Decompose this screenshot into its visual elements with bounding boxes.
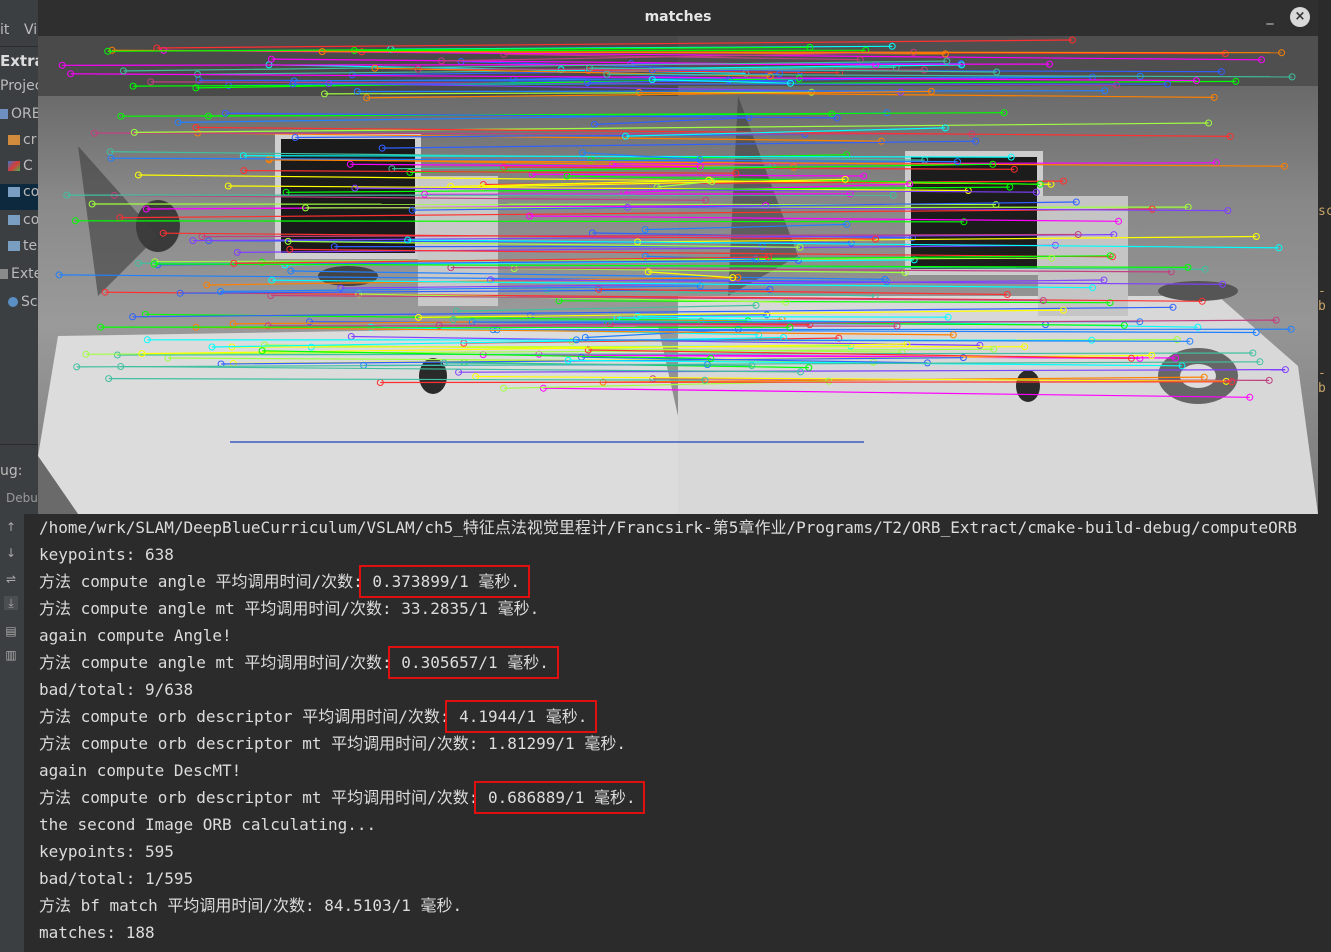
arrow-up-icon[interactable]: ↑: [4, 520, 18, 534]
console-line: /home/wrk/SLAM/DeepBlueCurriculum/VSLAM/…: [39, 514, 1297, 541]
code-snippet: sc: [1318, 204, 1331, 219]
debug-label: ug:: [0, 463, 23, 479]
trash-icon[interactable]: ▥: [4, 648, 18, 662]
window-title: matches: [644, 9, 712, 25]
console-line-text: 方法 compute angle mt 平均调用时间/次数:: [39, 653, 392, 672]
console-line: 方法 bf match 平均调用时间/次数: 84.5103/1 毫秒.: [39, 892, 462, 919]
console-line-text: 方法 compute angle mt 平均调用时间/次数: 33.2835/1…: [39, 599, 540, 618]
highlight-box: [474, 781, 645, 814]
tree-item-orb[interactable]: ORB: [0, 106, 40, 132]
console-line: matches: 188: [39, 919, 155, 946]
scratch-icon: [8, 297, 18, 307]
ide-project-title-bar: Extrac: [0, 46, 54, 75]
highlight-box: [359, 565, 530, 598]
folder-icon: [8, 135, 20, 145]
tree-item-target-3[interactable]: te: [0, 238, 40, 264]
scroll-to-end-icon[interactable]: ⤓: [4, 596, 18, 610]
cmake-icon: [8, 161, 20, 171]
tree-item-cmake[interactable]: C: [0, 158, 40, 184]
menu-item-view[interactable]: Vi: [24, 22, 37, 38]
editor-edge: sc -b -b: [1318, 36, 1331, 514]
ide-menubar: it Vi: [0, 0, 40, 46]
module-icon: [0, 109, 8, 119]
console-line-text: again compute Angle!: [39, 626, 232, 645]
tree-item-scratches[interactable]: Scra: [0, 294, 40, 320]
soft-wrap-icon[interactable]: ⇌: [4, 572, 18, 586]
console-line: again compute DescMT!: [39, 757, 241, 784]
match-image: [38, 36, 1318, 514]
match-line: [637, 315, 949, 318]
console-line-text: bad/total: 9/638: [39, 680, 194, 699]
console-line-text: matches: 188: [39, 923, 155, 942]
console-line: again compute Angle!: [39, 622, 232, 649]
code-snippet: -b: [1318, 284, 1326, 314]
tree-item-target-1[interactable]: co: [0, 184, 40, 210]
target-icon: [8, 187, 20, 197]
highlight-box: [388, 646, 559, 679]
library-icon: [0, 269, 8, 279]
console-line-text: the second Image ORB calculating...: [39, 815, 377, 834]
tree-item-external-libraries[interactable]: Exte: [0, 266, 40, 292]
arrow-down-icon[interactable]: ↓: [4, 546, 18, 560]
console-line-text: 方法 compute angle 平均调用时间/次数:: [39, 572, 363, 591]
console-line: the second Image ORB calculating...: [39, 811, 376, 838]
console-line-text: 方法 bf match 平均调用时间/次数: 84.5103/1 毫秒.: [39, 896, 463, 915]
console-line-text: 方法 compute orb descriptor mt 平均调用时间/次数:: [39, 788, 479, 807]
console-line: 方法 compute angle mt 平均调用时间/次数: 33.2835/1…: [39, 595, 539, 622]
match-line: [424, 193, 851, 195]
run-console: /home/wrk/SLAM/DeepBlueCurriculum/VSLAM/…: [24, 514, 1331, 952]
console-line: bad/total: 9/638: [39, 676, 193, 703]
target-icon: [8, 215, 20, 225]
match-line: [493, 328, 1292, 331]
console-gutter: ↑ ↓ ⇌ ⤓ ▤ ▥: [0, 514, 24, 952]
print-icon[interactable]: ▤: [4, 624, 18, 638]
console-line-text: again compute DescMT!: [39, 761, 242, 780]
feature-matches-visualization: [38, 36, 1318, 514]
console-line-text: 方法 compute orb descriptor mt 平均调用时间/次数: …: [39, 734, 626, 753]
minimize-button[interactable]: _: [1260, 7, 1280, 27]
close-button[interactable]: ×: [1290, 7, 1310, 27]
tree-item-folder[interactable]: cr: [0, 132, 40, 158]
target-icon: [8, 241, 20, 251]
project-tree: Projec ORB cr C co co te Exte Scra: [0, 74, 40, 444]
console-line-text: bad/total: 1/595: [39, 869, 194, 888]
console-line-text: keypoints: 638: [39, 545, 174, 564]
debug-tab[interactable]: Debu: [6, 491, 38, 505]
console-line: keypoints: 595: [39, 838, 174, 865]
window-titlebar[interactable]: matches _ ×: [38, 0, 1318, 37]
menu-item-edit[interactable]: it: [0, 22, 9, 38]
console-line-text: /home/wrk/SLAM/DeepBlueCurriculum/VSLAM/…: [39, 518, 1297, 537]
match-line: [357, 90, 1105, 93]
match-line: [380, 381, 1232, 384]
tree-item-target-2[interactable]: co: [0, 212, 40, 238]
console-line-text: 方法 compute orb descriptor 平均调用时间/次数:: [39, 707, 450, 726]
highlight-box: [445, 700, 597, 733]
code-snippet: -b: [1318, 366, 1326, 396]
console-line: 方法 compute orb descriptor mt 平均调用时间/次数: …: [39, 730, 626, 757]
project-tab[interactable]: Projec: [0, 78, 40, 104]
console-line-text: keypoints: 595: [39, 842, 174, 861]
debug-toolbar: ug: Debu: [0, 444, 40, 515]
console-line: bad/total: 1/595: [39, 865, 193, 892]
console-line: keypoints: 638: [39, 541, 174, 568]
